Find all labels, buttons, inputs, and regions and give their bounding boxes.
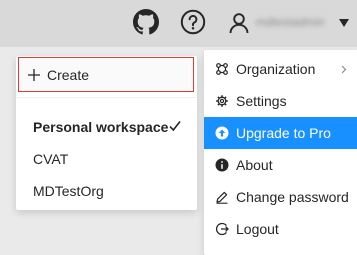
organization-icon: [216, 63, 228, 75]
check-icon: [169, 121, 181, 132]
github-icon[interactable]: [133, 9, 159, 35]
menu-item-organization[interactable]: Organization: [204, 53, 357, 85]
menu-item-label: About: [236, 157, 273, 173]
create-label: Create: [47, 66, 90, 83]
top-bar: mdtestadmin: [0, 0, 357, 47]
menu-item-change-password[interactable]: Change password: [204, 181, 357, 213]
create-workspace-button[interactable]: Create: [18, 57, 194, 92]
caret-down-icon[interactable]: [339, 19, 349, 27]
menu-item-upgrade-to-pro[interactable]: Upgrade to Pro: [204, 117, 357, 149]
menu-item-label: Organization: [236, 61, 316, 77]
menu-item-settings[interactable]: Settings: [204, 85, 357, 117]
workspace-item-mdtestorg[interactable]: MDTestOrg: [33, 180, 104, 202]
menu-divider: [16, 97, 197, 98]
workspace-item-personal[interactable]: Personal workspace: [33, 116, 168, 138]
menu-item-logout[interactable]: Logout: [204, 213, 357, 245]
plus-icon: [28, 68, 40, 81]
menu-item-label: Settings: [236, 93, 287, 109]
gear-icon: [216, 95, 228, 107]
chevron-right-icon: [341, 65, 347, 74]
user-icon[interactable]: [228, 12, 250, 34]
username-label[interactable]: mdtestadmin: [256, 14, 334, 30]
menu-item-about[interactable]: About: [204, 149, 357, 181]
workspace-dropdown: Create Personal workspace CVAT MDTestOrg: [16, 56, 197, 210]
logout-icon: [215, 222, 229, 236]
menu-item-label: Upgrade to Pro: [236, 125, 331, 141]
edit-icon: [216, 191, 228, 204]
user-dropdown: Organization Settings Upgrade to Pro Abo…: [204, 50, 357, 255]
help-icon[interactable]: [180, 9, 206, 35]
menu-item-label: Logout: [236, 221, 279, 237]
info-icon: [215, 158, 229, 172]
workspace-item-cvat[interactable]: CVAT: [33, 148, 68, 170]
menu-item-label: Change password: [236, 189, 349, 205]
upgrade-icon: [215, 126, 229, 140]
